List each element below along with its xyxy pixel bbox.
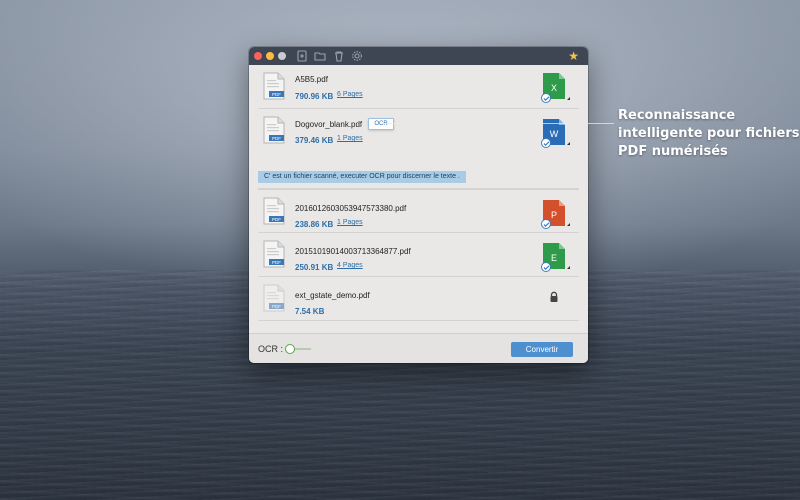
file-size: 7.54 KB [295, 307, 325, 316]
footer-bar: OCR : Convertir [249, 333, 588, 363]
gear-icon[interactable] [351, 50, 363, 62]
zoom-button[interactable] [278, 52, 286, 60]
file-row[interactable]: PDF 2016012603053947573380.pdf 238.86 KB… [258, 189, 579, 233]
pdf-file-icon: PDF [263, 284, 285, 312]
svg-text:E: E [551, 253, 557, 263]
minimize-button[interactable] [266, 52, 274, 60]
convert-button[interactable]: Convertir [511, 342, 573, 357]
check-icon[interactable] [541, 219, 551, 229]
callout-line-2: intelligente pour fichiers [618, 126, 800, 141]
file-size: 238.86 KB [295, 220, 334, 229]
dropdown-caret-icon[interactable] [567, 142, 570, 145]
ocr-badge[interactable]: OCR [368, 118, 394, 130]
page-count-link[interactable]: 6 Pages [337, 91, 363, 98]
file-size: 250.91 KB [295, 263, 334, 272]
pdf-file-icon: PDF [263, 116, 285, 144]
callout-line-1: Reconnaissance [618, 108, 736, 123]
file-row[interactable]: PDF 20151019014003713364877.pdf 250.91 K… [258, 233, 579, 277]
file-name: Dogovor_blank.pdf [295, 120, 363, 129]
svg-text:P: P [551, 210, 557, 220]
star-icon[interactable]: ★ [568, 49, 579, 63]
pdf-file-icon: PDF [263, 240, 285, 268]
toggle-knob[interactable] [285, 344, 295, 354]
ocr-hint-banner: C' est un fichier scanné, executer OCR p… [258, 171, 466, 183]
close-button[interactable] [254, 52, 262, 60]
file-name: 2016012603053947573380.pdf [295, 204, 407, 213]
file-row[interactable]: PDF A5B5.pdf 790.96 KB 6 Pages X [258, 65, 579, 109]
file-name: 20151019014003713364877.pdf [295, 247, 411, 256]
svg-text:PDF: PDF [272, 136, 281, 141]
feature-callout: Reconnaissance intelligente pour fichier… [618, 107, 800, 161]
trash-icon[interactable] [333, 50, 345, 62]
page-count-link[interactable]: 1 Pages [337, 219, 363, 226]
check-icon[interactable] [541, 138, 551, 148]
pdf-file-icon: PDF [263, 72, 285, 100]
lock-icon [550, 291, 558, 302]
svg-text:X: X [551, 83, 557, 93]
callout-line-3: PDF numérisés [618, 144, 728, 159]
folder-icon[interactable] [314, 50, 326, 62]
page-count-link[interactable]: 1 Pages [337, 135, 363, 142]
ocr-toggle[interactable] [285, 344, 313, 354]
toggle-track [293, 348, 311, 350]
svg-text:PDF: PDF [272, 260, 281, 265]
dropdown-caret-icon[interactable] [567, 266, 570, 269]
app-window: ★ PDF A5B5.pdf 790.96 KB 6 Pages X PDF D… [249, 47, 588, 363]
title-bar: ★ [249, 47, 588, 65]
check-icon[interactable] [541, 262, 551, 272]
file-name: A5B5.pdf [295, 75, 328, 84]
file-size: 379.46 KB [295, 136, 334, 145]
svg-text:PDF: PDF [272, 92, 281, 97]
file-list: PDF A5B5.pdf 790.96 KB 6 Pages X PDF Dog… [249, 65, 588, 333]
file-size: 790.96 KB [295, 92, 334, 101]
ocr-label: OCR : [258, 344, 284, 354]
check-icon[interactable] [541, 93, 551, 103]
callout-connector [384, 123, 614, 124]
svg-text:W: W [550, 129, 559, 139]
dropdown-caret-icon[interactable] [567, 223, 570, 226]
add-file-icon[interactable] [296, 50, 308, 62]
svg-text:PDF: PDF [272, 217, 281, 222]
page-count-link[interactable]: 4 Pages [337, 262, 363, 269]
file-name: ext_gstate_demo.pdf [295, 291, 370, 300]
file-row[interactable]: PDF ext_gstate_demo.pdf 7.54 KB [258, 277, 579, 321]
dropdown-caret-icon[interactable] [567, 97, 570, 100]
pdf-file-icon: PDF [263, 197, 285, 225]
svg-text:PDF: PDF [272, 304, 281, 309]
